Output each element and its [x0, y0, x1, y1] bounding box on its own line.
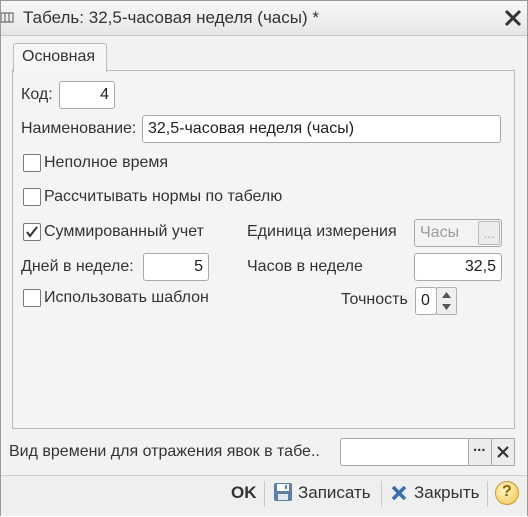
- close-x-blue-icon: [391, 485, 407, 501]
- help-icon: ?: [495, 481, 519, 505]
- time-type-label: Вид времени для отражения явок в табе..: [9, 443, 320, 460]
- use-template-checkbox[interactable]: [23, 289, 41, 307]
- ok-button[interactable]: OK: [231, 483, 257, 517]
- clear-icon: [497, 446, 509, 458]
- time-type-select-button[interactable]: ...: [468, 438, 492, 466]
- calc-norms-checkbox[interactable]: [23, 188, 41, 206]
- footer-separator: [381, 481, 382, 507]
- title-bar: Табель: 32,5-часовая неделя (часы) *: [0, 1, 527, 36]
- table-icon: [0, 10, 15, 24]
- part-time-checkbox[interactable]: [23, 154, 41, 172]
- precision-spinner[interactable]: [436, 287, 457, 315]
- tab-main-label: Основная: [22, 48, 96, 65]
- days-input[interactable]: 5: [143, 253, 209, 281]
- name-label: Наименование:: [21, 120, 137, 137]
- spinner-arrows-icon: [442, 292, 451, 310]
- code-input[interactable]: 4: [59, 81, 115, 109]
- window-title: Табель: 32,5-часовая неделя (часы) *: [23, 8, 319, 27]
- summed-label: Суммированный учет: [44, 223, 204, 240]
- dialog-window: Табель: 32,5-часовая неделя (часы) * Осн…: [0, 0, 528, 516]
- unit-select-button[interactable]: ...: [478, 221, 500, 245]
- footer-separator: [264, 481, 265, 507]
- name-input[interactable]: 32,5-часовая неделя (часы): [142, 115, 501, 143]
- days-label: Дней в неделе:: [21, 258, 134, 275]
- use-template-label: Использовать шаблон: [44, 289, 209, 306]
- dots-icon: ...: [473, 438, 486, 455]
- help-button[interactable]: ?: [495, 481, 519, 505]
- calc-norms-label: Рассчитывать нормы по табелю: [44, 188, 283, 205]
- unit-label: Единица измерения: [247, 223, 397, 240]
- summed-checkbox[interactable]: [23, 223, 41, 241]
- hours-label: Часов в неделе: [247, 258, 363, 275]
- part-time-label: Неполное время: [44, 154, 169, 171]
- footer-separator: [487, 481, 488, 507]
- checkmark-icon: [26, 226, 38, 238]
- save-label: Записать: [298, 483, 371, 502]
- close-label: Закрыть: [414, 483, 480, 502]
- time-type-clear-button[interactable]: [491, 438, 515, 466]
- close-icon[interactable]: [503, 8, 523, 28]
- close-button[interactable]: Закрыть: [389, 482, 483, 516]
- precision-input[interactable]: 0: [415, 287, 437, 315]
- floppy-disk-icon: [274, 483, 292, 501]
- precision-label: Точность: [341, 291, 408, 308]
- save-button[interactable]: Записать: [273, 482, 377, 516]
- hours-input[interactable]: 32,5: [414, 253, 502, 281]
- code-label: Код:: [21, 86, 53, 103]
- tab-main[interactable]: Основная: [13, 43, 107, 72]
